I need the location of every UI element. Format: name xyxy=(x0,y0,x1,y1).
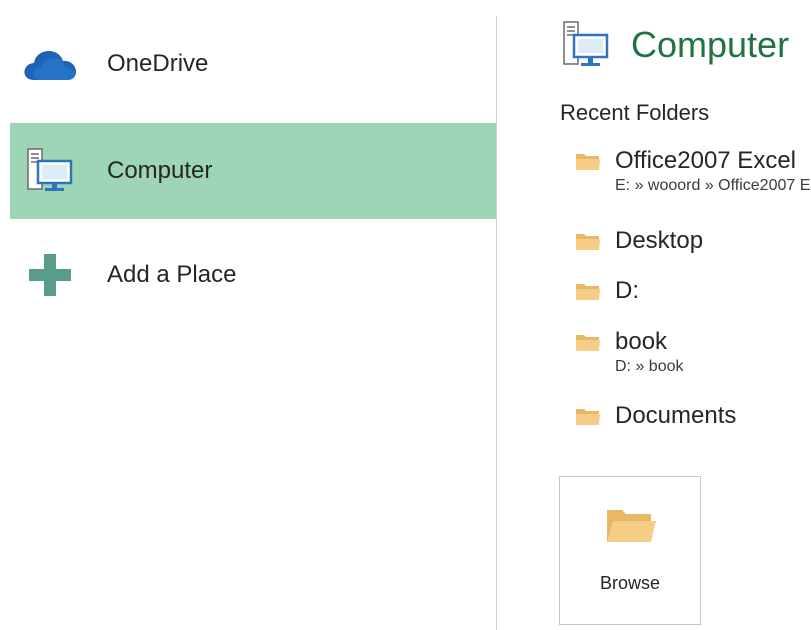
computer-icon xyxy=(22,148,78,194)
places-list: OneDrive Computer Add a Place xyxy=(0,0,497,630)
folder-name: Office2007 Excel xyxy=(615,147,796,174)
folder-icon xyxy=(575,231,601,251)
browse-button[interactable]: Browse xyxy=(559,476,701,625)
backstage-open-view: OneDrive Computer Add a Place Computer R… xyxy=(0,0,811,630)
computer-pane: Computer Recent Folders Office2007 Excel… xyxy=(497,0,811,630)
folder-path: E: » wooord » Office2007 Excel xyxy=(615,177,811,194)
browse-label: Browse xyxy=(599,573,661,593)
pane-title: Computer xyxy=(631,24,790,65)
folder-icon xyxy=(575,332,601,352)
recent-folder-item[interactable]: Office2007 Excel E: » wooord » Office200… xyxy=(575,146,811,196)
folder-icon xyxy=(575,151,601,171)
folder-icon xyxy=(575,406,601,426)
recent-folders-heading: Recent Folders xyxy=(560,100,710,125)
folder-path: D: » book xyxy=(615,358,684,375)
folder-icon xyxy=(575,281,601,301)
place-label: Add a Place xyxy=(107,261,237,288)
recent-folder-item[interactable]: Desktop xyxy=(575,226,703,256)
folder-name: Documents xyxy=(615,402,737,429)
place-label: Computer xyxy=(107,157,213,184)
folder-name: book xyxy=(615,328,668,355)
place-computer[interactable]: Computer xyxy=(10,123,496,219)
plus-icon xyxy=(22,252,78,298)
computer-icon xyxy=(561,20,611,70)
recent-folder-item[interactable]: Documents xyxy=(575,401,736,431)
place-onedrive[interactable]: OneDrive xyxy=(10,16,496,112)
recent-folder-item[interactable]: D: xyxy=(575,276,639,306)
onedrive-cloud-icon xyxy=(22,41,78,87)
place-add-a-place[interactable]: Add a Place xyxy=(10,227,496,323)
pane-header: Computer xyxy=(561,18,789,72)
open-folder-icon xyxy=(605,505,657,545)
folder-name: D: xyxy=(615,277,639,304)
folder-name: Desktop xyxy=(615,227,704,254)
place-label: OneDrive xyxy=(107,50,209,77)
recent-folder-item[interactable]: book D: » book xyxy=(575,327,683,377)
